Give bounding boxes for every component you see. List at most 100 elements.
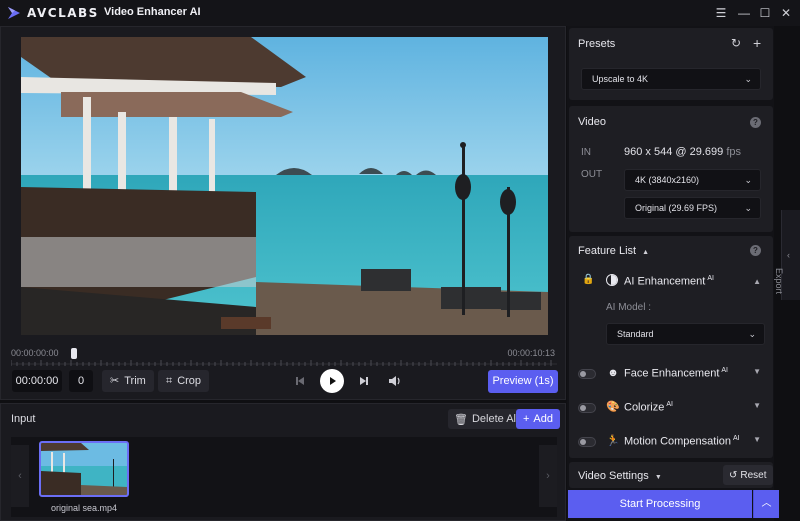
scissors-icon: ✂ — [110, 375, 120, 387]
feature-face-enhancement: ☻ Face Enhancement AI ▼ — [569, 364, 773, 388]
chevron-down-icon: ⌄ — [748, 329, 756, 339]
skip-back-icon[interactable] — [293, 374, 307, 388]
hamburger-icon[interactable]: ☰ — [712, 4, 730, 22]
reset-icon: ↺ — [729, 469, 738, 481]
refresh-icon[interactable]: ↻ — [731, 36, 741, 50]
timecode-end: 00:00:10:13 — [507, 348, 555, 358]
timecode-start: 00:00:00:00 — [11, 348, 59, 358]
presets-card: Presets ↻ + Upscale to 4K ⌄ — [569, 28, 773, 100]
crop-button[interactable]: ⌗ Crop — [158, 370, 210, 392]
trim-button[interactable]: ✂ Trim — [102, 370, 154, 392]
settings-panel: Presets ↻ + Upscale to 4K ⌄ Video ? IN 9… — [567, 26, 774, 521]
palette-icon: 🎨 — [606, 401, 620, 413]
minimize-icon[interactable]: — — [735, 4, 753, 22]
chevron-left-icon: ‹ — [787, 250, 790, 260]
delete-all-button[interactable]: 🗑 Delete All — [448, 409, 525, 429]
video-preview[interactable] — [21, 37, 548, 335]
caret-down-icon[interactable]: ▼ — [753, 401, 761, 410]
video-settings-card: Video Settings ▼ ↺ Reset — [569, 462, 773, 488]
app-title: Video Enhancer AI — [104, 6, 201, 18]
motion-compensation-label: Motion Compensation — [624, 435, 732, 448]
timeline-handle[interactable] — [71, 348, 78, 359]
play-button[interactable] — [320, 369, 344, 393]
file-strip: ‹ original sea.mp4 › — [11, 437, 557, 517]
maximize-icon[interactable]: ☐ — [756, 4, 774, 22]
plus-icon: + — [522, 413, 530, 425]
brand-name: AVCLABS — [27, 6, 99, 20]
timeline-scrubber[interactable] — [11, 359, 557, 367]
out-label: OUT — [581, 169, 603, 180]
face-icon: ☻ — [607, 367, 619, 379]
video-card: Video ? IN 960 x 544 @ 29.699 fps OUT 4K… — [569, 106, 773, 232]
ai-sup: AI — [707, 275, 714, 282]
colorize-toggle[interactable] — [578, 403, 596, 413]
help-icon[interactable]: ? — [750, 245, 761, 256]
add-label: Add — [533, 413, 553, 425]
video-settings-title[interactable]: Video Settings ▼ — [578, 470, 662, 482]
video-frame-image — [21, 37, 548, 335]
export-tab[interactable]: ‹ Export — [774, 210, 800, 300]
preset-value: Upscale to 4K — [592, 74, 649, 84]
file-thumbnail[interactable] — [39, 441, 129, 497]
feature-colorize: 🎨 Colorize AI ▼ — [569, 398, 773, 422]
colorize-label: Colorize — [624, 401, 665, 414]
in-label: IN — [581, 147, 591, 158]
framerate-value: Original (29.69 FPS) — [635, 203, 718, 213]
caret-down-icon[interactable]: ▼ — [753, 367, 761, 376]
crop-icon: ⌗ — [166, 375, 173, 387]
help-icon[interactable]: ? — [750, 117, 761, 128]
feature-list-label: Feature List — [578, 245, 637, 257]
strip-prev-icon[interactable]: ‹ — [11, 445, 29, 507]
ai-model-label: AI Model : — [606, 302, 652, 313]
video-title: Video — [578, 116, 606, 128]
add-button[interactable]: + Add — [516, 409, 560, 429]
current-time-field[interactable]: 00:00:00 — [12, 370, 62, 392]
avclabs-logo-icon — [8, 7, 20, 19]
title-bar: AVCLABS Video Enhancer AI ☰ — ☐ ✕ — [0, 0, 800, 26]
input-panel: Input 🗑 Delete All + Add ‹ original sea.… — [0, 403, 566, 521]
resolution-select[interactable]: 4K (3840x2160) ⌄ — [624, 169, 761, 191]
feature-list-card: Feature List ▲ ? 🔒 AI Enhancement AI ▲ AI… — [569, 236, 773, 458]
close-icon[interactable]: ✕ — [777, 4, 795, 22]
ai-sup: AI — [733, 435, 740, 442]
in-value: 960 x 544 @ 29.699 fps — [624, 146, 741, 158]
preview-button[interactable]: Preview (1s) — [488, 370, 558, 393]
caret-down-icon[interactable]: ▼ — [753, 435, 761, 444]
delete-all-label: Delete All — [471, 413, 519, 425]
caret-down-icon: ▼ — [654, 474, 662, 481]
caret-up-icon[interactable]: ▲ — [753, 277, 761, 286]
ai-model-select[interactable]: Standard ⌄ — [606, 323, 765, 345]
export-label: Export — [774, 268, 784, 295]
preset-select[interactable]: Upscale to 4K ⌄ — [581, 68, 761, 90]
feature-motion-compensation: 🏃 Motion Compensation AI ▼ — [569, 432, 773, 456]
face-enhancement-toggle[interactable] — [578, 369, 596, 379]
caret-up-icon: ▲ — [642, 249, 650, 256]
contrast-icon — [606, 274, 618, 286]
reset-button[interactable]: ↺ Reset — [723, 465, 773, 485]
add-preset-icon[interactable]: + — [753, 35, 761, 51]
ai-sup: AI — [721, 367, 729, 374]
video-settings-label: Video Settings — [578, 470, 649, 482]
motion-compensation-toggle[interactable] — [578, 437, 596, 447]
start-processing-button[interactable]: Start Processing — [568, 490, 752, 518]
colorize-name: Colorize AI — [624, 401, 673, 414]
face-enhancement-label: Face Enhancement — [624, 367, 720, 380]
thumbnail-image — [41, 443, 127, 495]
frame-field[interactable]: 0 — [69, 370, 93, 392]
presets-title: Presets — [578, 38, 616, 50]
play-icon — [330, 377, 336, 385]
reset-label: Reset — [740, 469, 767, 481]
chevron-up-icon[interactable]: ︿ — [753, 490, 779, 518]
face-enhancement-name: Face Enhancement AI — [624, 367, 728, 380]
framerate-select[interactable]: Original (29.69 FPS) ⌄ — [624, 197, 761, 219]
file-name: original sea.mp4 — [50, 503, 118, 513]
ai-sup: AI — [666, 401, 673, 408]
skip-forward-icon[interactable] — [357, 374, 371, 388]
in-resolution: 960 x 544 @ 29.699 — [624, 146, 724, 158]
ai-model-value: Standard — [617, 329, 654, 339]
strip-next-icon[interactable]: › — [539, 445, 557, 507]
feature-list-title[interactable]: Feature List ▲ — [578, 245, 649, 257]
crop-label: Crop — [177, 375, 202, 387]
trash-icon: 🗑 — [454, 413, 468, 426]
volume-icon[interactable] — [387, 374, 403, 388]
